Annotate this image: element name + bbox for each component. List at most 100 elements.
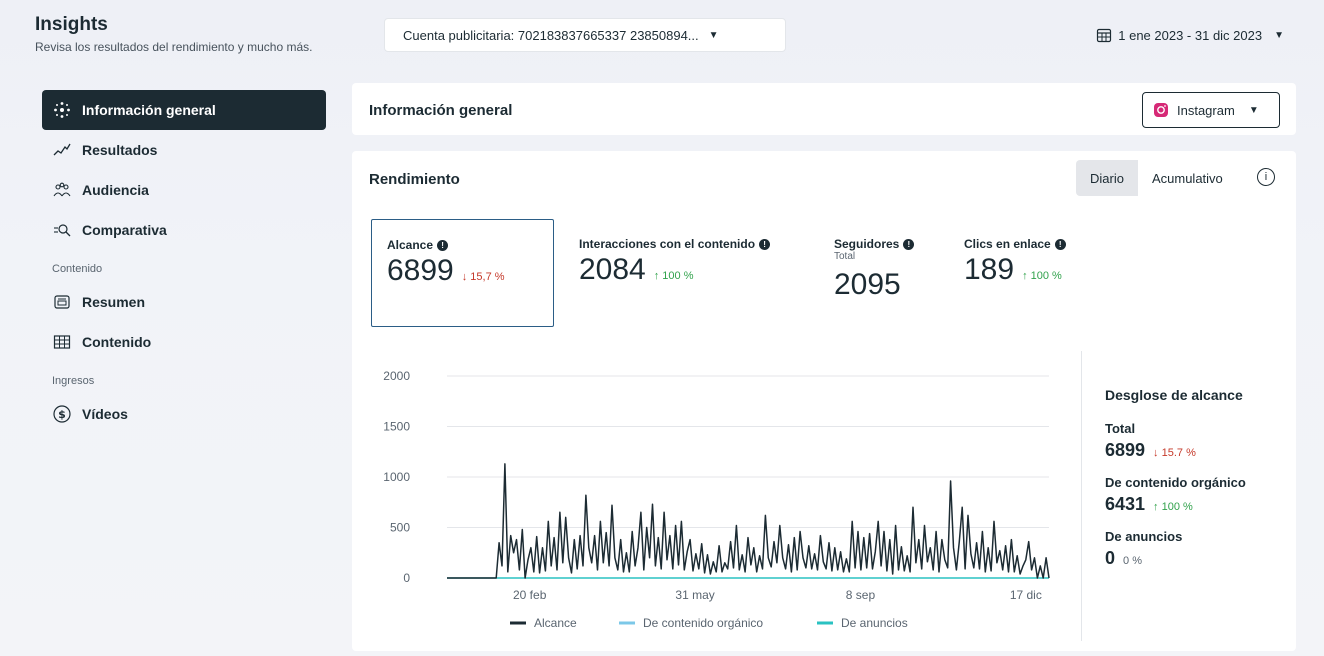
sidebar-item-videos[interactable]: $ Vídeos <box>42 394 342 434</box>
breakdown-organic-delta: ↑ 100 % <box>1153 501 1193 513</box>
sidebar-item-label: Contenido <box>82 334 152 350</box>
sidebar-item-label: Información general <box>82 102 216 118</box>
x-tick-label: 31 may <box>675 588 714 602</box>
x-tick-label: 8 sep <box>846 588 876 602</box>
calendar-icon <box>1097 28 1112 43</box>
breakdown-ads: 0 0 % <box>1105 548 1285 569</box>
y-tick-label: 1000 <box>383 470 410 484</box>
trend-icon <box>52 140 72 160</box>
sidebar-item-benchmark[interactable]: Comparativa <box>42 210 342 250</box>
date-range-label: 1 ene 2023 - 31 dic 2023 <box>1118 27 1263 43</box>
instagram-icon <box>1154 103 1168 117</box>
caret-down-icon: ▼ <box>1274 29 1284 41</box>
summary-icon <box>52 292 72 312</box>
breakdown-ads-label: De anuncios <box>1105 529 1183 544</box>
metric-number: 6899 <box>387 254 454 287</box>
metric-label-text: Alcance <box>387 238 434 252</box>
metric-value: 189 ↑ 100 % <box>964 253 1066 287</box>
page-header: Insights Revisa los resultados del rendi… <box>0 0 1324 70</box>
breakdown-organic: 6431 ↑ 100 % <box>1105 494 1285 515</box>
info-icon[interactable]: ! <box>437 239 449 251</box>
breakdown-total-value: 6899 <box>1105 440 1146 460</box>
reach-line-chart: 0 500 1000 1500 2000 20 feb 31 may 8 sep 17 dic A… <box>383 369 1050 630</box>
metric-label: Interacciones con el contenido ! <box>579 237 771 251</box>
sidebar-item-label: Comparativa <box>82 222 167 238</box>
info-icon[interactable]: i <box>1257 168 1275 186</box>
caret-down-icon: ▼ <box>1248 104 1259 116</box>
x-tick-label: 20 feb <box>513 588 547 602</box>
metric-value: 2095 <box>834 268 914 302</box>
sidebar-item-results[interactable]: Resultados <box>42 130 342 170</box>
metric-value: 6899 ↓ 15,7 % <box>387 254 553 288</box>
breakdown-total-delta: ↓ 15.7 % <box>1153 447 1196 459</box>
metric-followers[interactable]: Seguidores ! Total 2095 <box>834 219 915 302</box>
metric-label-text: Seguidores <box>834 237 900 251</box>
y-tick-label: 2000 <box>383 369 410 383</box>
metric-label-text: Interacciones con el contenido <box>579 237 756 251</box>
metric-value: 2084 ↑ 100 % <box>579 253 770 287</box>
sidebar-item-label: Resumen <box>82 294 146 310</box>
date-range-picker[interactable]: 1 ene 2023 - 31 dic 2023 ▼ <box>1096 22 1284 48</box>
legend-label: De contenido orgánico <box>643 616 763 630</box>
metric-interactions[interactable]: Interacciones con el contenido ! 2084 ↑ … <box>579 219 771 287</box>
metric-label: Seguidores ! <box>834 237 915 251</box>
metric-label: Alcance ! <box>387 238 553 252</box>
sidebar-item-overview[interactable]: Información general <box>42 90 326 130</box>
metric-sublabel: Total <box>834 251 856 262</box>
sidebar-item-label: Vídeos <box>82 406 128 422</box>
people-icon <box>52 180 72 200</box>
breakdown-organic-label: De contenido orgánico <box>1105 475 1246 490</box>
toggle-daily[interactable]: Diario <box>1076 160 1138 196</box>
metric-number: 2095 <box>834 268 901 301</box>
breakdown-title: Desglose de alcance <box>1105 387 1243 403</box>
ad-account-label: Cuenta publicitaria: 702183837665337 238… <box>403 27 699 43</box>
info-icon[interactable]: ! <box>759 238 771 250</box>
breakdown-ads-delta: 0 % <box>1123 555 1142 567</box>
legend-label: De anuncios <box>841 616 908 630</box>
breakdown-ads-value: 0 <box>1105 548 1116 568</box>
performance-panel: Rendimiento Diario Acumulativo i Alcance… <box>352 151 1296 651</box>
performance-title: Rendimiento <box>369 171 460 188</box>
metric-label-text: Clics en enlace <box>964 237 1051 251</box>
dollar-circle-icon: $ <box>52 404 72 424</box>
caret-down-icon: ▼ <box>708 29 719 41</box>
sidebar-item-label: Resultados <box>82 142 158 158</box>
metric-delta: ↑ 100 % <box>653 270 694 282</box>
sparkle-icon <box>52 100 72 120</box>
y-tick-label: 0 <box>403 571 410 585</box>
page-title: Insights <box>35 14 108 35</box>
metric-reach[interactable]: Alcance ! 6899 ↓ 15,7 % <box>371 219 554 327</box>
metric-delta: ↑ 100 % <box>1022 270 1062 282</box>
svg-text:$: $ <box>58 408 66 421</box>
metric-link-clicks[interactable]: Clics en enlace ! 189 ↑ 100 % <box>964 219 1066 287</box>
breakdown-total: 6899 ↓ 15.7 % <box>1105 440 1285 461</box>
metric-delta: ↓ 15,7 % <box>461 271 505 283</box>
reach-breakdown: Desglose de alcance Total 6899 ↓ 15.7 % … <box>1105 387 1285 583</box>
breakdown-organic-value: 6431 <box>1105 494 1146 514</box>
series-line-reach <box>447 463 1050 579</box>
y-tick-label: 1500 <box>383 420 410 434</box>
x-tick-label: 17 dic <box>1010 588 1042 602</box>
metric-number: 2084 <box>579 253 646 286</box>
info-icon[interactable]: ! <box>1054 238 1066 250</box>
info-icon[interactable]: ! <box>903 238 915 250</box>
legend-label: Alcance <box>534 616 577 630</box>
breakdown-total-label: Total <box>1105 421 1136 436</box>
overview-title: Información general <box>369 102 513 119</box>
sidebar: Información general Resultados Audiencia <box>42 90 342 434</box>
table-icon <box>52 332 72 352</box>
view-toggle: Diario Acumulativo <box>1076 160 1237 196</box>
y-tick-label: 500 <box>390 521 410 535</box>
compare-search-icon <box>52 220 72 240</box>
toggle-cumulative[interactable]: Acumulativo <box>1137 160 1237 196</box>
ad-account-select[interactable]: Cuenta publicitaria: 702183837665337 238… <box>384 18 786 52</box>
metric-number: 189 <box>964 253 1015 286</box>
overview-bar: Información general Instagram ▼ <box>352 83 1296 135</box>
sidebar-item-label: Audiencia <box>82 182 149 198</box>
platform-label: Instagram <box>1177 102 1235 118</box>
sidebar-item-summary[interactable]: Resumen <box>42 282 342 322</box>
sidebar-item-audience[interactable]: Audiencia <box>42 170 342 210</box>
divider <box>1081 351 1082 641</box>
platform-select[interactable]: Instagram ▼ <box>1142 92 1280 128</box>
sidebar-item-content[interactable]: Contenido <box>42 322 342 362</box>
